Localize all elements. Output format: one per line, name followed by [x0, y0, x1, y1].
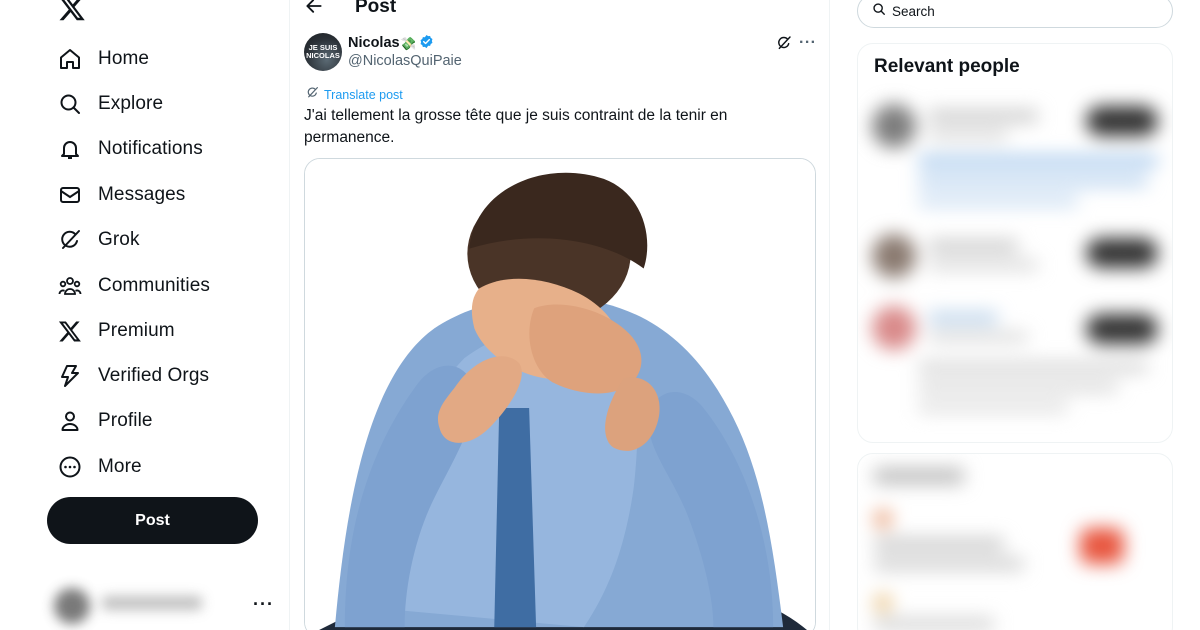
nav-label: More: [98, 456, 142, 477]
nav-label: Profile: [98, 410, 153, 431]
person-icon: [58, 409, 82, 433]
post-button[interactable]: Post: [47, 497, 258, 544]
right-sidebar: Relevant people: [830, 0, 1200, 630]
nav-item-explore[interactable]: Explore: [50, 84, 177, 124]
avatar: [54, 588, 90, 624]
relevant-people-title: Relevant people: [874, 56, 1020, 77]
people-icon: [58, 274, 82, 298]
author-name[interactable]: Nicolas: [348, 35, 400, 51]
avatar-text: NICOLAS: [306, 51, 340, 60]
search-icon: [872, 2, 886, 21]
relevant-people-blurred-content: [858, 44, 1172, 442]
translate-icon: [306, 86, 319, 104]
avatar[interactable]: JE SUIS NICOLAS: [304, 33, 342, 71]
home-icon: [58, 47, 82, 71]
nav-item-notifications[interactable]: Notifications: [50, 129, 217, 169]
nav-label: Grok: [98, 229, 140, 250]
nav-item-profile[interactable]: Profile: [50, 401, 167, 441]
post-column: Post JE SUIS NICOLAS Nicolas 💸 @NicolasQ…: [289, 0, 830, 630]
nav-label: Verified Orgs: [98, 365, 210, 386]
back-arrow-icon[interactable]: [304, 0, 324, 16]
nav-item-more[interactable]: More: [50, 447, 156, 487]
nav-item-grok[interactable]: Grok: [50, 220, 154, 260]
search-icon: [58, 92, 82, 116]
account-switcher[interactable]: [40, 586, 215, 626]
page-title: Post: [355, 0, 397, 17]
nav-label: Premium: [98, 320, 175, 341]
nav-item-messages[interactable]: Messages: [50, 175, 199, 215]
trends-blurred-content: [858, 454, 1172, 630]
x-logo-icon[interactable]: [58, 0, 86, 22]
post-more-button[interactable]: ···: [799, 34, 816, 52]
more-circle-icon: [58, 455, 82, 479]
nav-item-premium[interactable]: Premium: [50, 311, 189, 351]
translate-label: Translate post: [324, 88, 403, 102]
author-handle[interactable]: @NicolasQuiPaie: [348, 53, 462, 69]
left-sidebar: Home Explore Notifications Messages Grok: [0, 0, 289, 630]
account-more-button[interactable]: ···: [253, 594, 274, 615]
post-text: J'ai tellement la grosse tête que je sui…: [304, 107, 728, 146]
search-input[interactable]: [892, 3, 1142, 19]
verified-badge-icon: [419, 34, 434, 54]
nav-label: Home: [98, 48, 150, 69]
grok-icon: [58, 228, 82, 252]
money-emoji: 💸: [400, 36, 417, 51]
envelope-icon: [58, 183, 82, 207]
post-media-photo[interactable]: [304, 158, 816, 630]
bell-icon: [58, 137, 82, 161]
photo-man-holding-head: [305, 159, 815, 630]
grok-icon[interactable]: [776, 35, 792, 51]
nav-item-communities[interactable]: Communities: [50, 266, 224, 306]
search-bar[interactable]: [857, 0, 1173, 28]
nav-item-verified-orgs[interactable]: Verified Orgs: [50, 356, 223, 396]
nav-item-home[interactable]: Home: [50, 39, 163, 79]
author-badges: 💸: [400, 34, 434, 54]
trends-card-blurred: [857, 453, 1173, 630]
account-name-blurred: [102, 596, 202, 610]
relevant-people-card: Relevant people: [857, 43, 1173, 443]
nav-label: Communities: [98, 275, 210, 296]
nav-label: Notifications: [98, 138, 203, 159]
app-root: Home Explore Notifications Messages Grok: [0, 0, 1200, 630]
nav-label: Messages: [98, 184, 186, 205]
lightning-icon: [58, 364, 82, 388]
x-logo-icon: [58, 319, 82, 343]
translate-post-link[interactable]: Translate post: [306, 86, 403, 104]
nav-label: Explore: [98, 93, 164, 114]
